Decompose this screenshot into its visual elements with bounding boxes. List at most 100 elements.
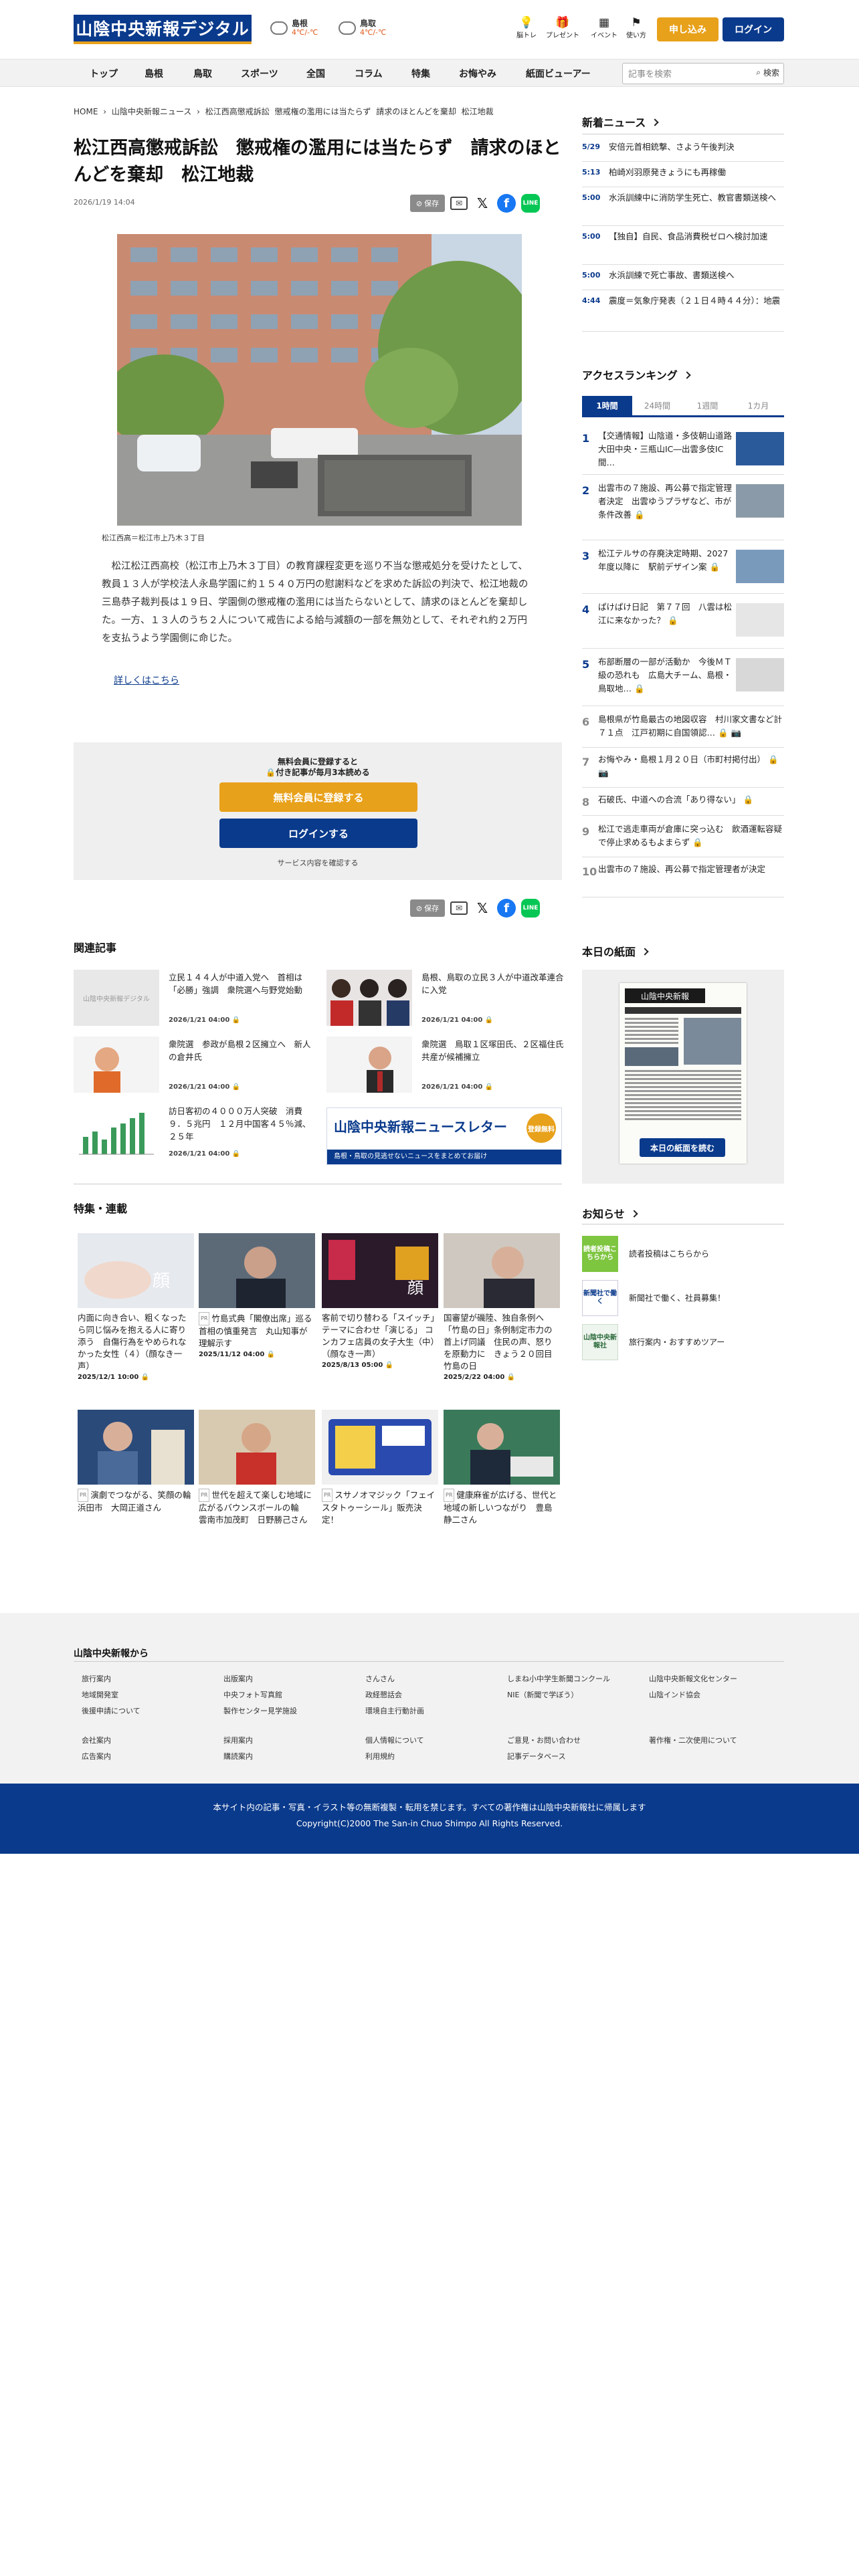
today-paper-box[interactable]: 山陰中央新報 本日の紙面を読む bbox=[582, 970, 784, 1184]
footer-link[interactable]: しまね小中学生新聞コンクール bbox=[507, 1673, 610, 1684]
related-item[interactable]: 訪日客初の４０００万人突破 消費９．５兆円 １２月中国客４５％減、２５年 202… bbox=[74, 1103, 314, 1165]
service-info-link[interactable]: サービス内容を確認する bbox=[74, 857, 562, 868]
ranking-item[interactable]: 10 出雲市の７施設、再公募で指定管理者が決定 bbox=[582, 863, 784, 897]
footer-link[interactable]: 個人情報について bbox=[365, 1735, 424, 1745]
notice-item[interactable]: 山陰中央新報社 旅行案内・おすすめツアー bbox=[582, 1324, 784, 1363]
footer-link[interactable]: NIE（新聞で学ぼう） bbox=[507, 1689, 578, 1700]
related-item[interactable]: 山陰中央新報デジタル 立民１４４人が中道入党へ 首相は「必勝」強調 衆院選へ与野… bbox=[74, 970, 314, 1031]
ranking-item[interactable]: 1 【交通情報】山陰道・多伎朝山道路 大田中央・三瓶山IC―出雲多伎IC間… bbox=[582, 429, 784, 475]
tab-1hour[interactable]: 1時間 bbox=[582, 396, 632, 415]
nav-item-shimane[interactable]: 島根 bbox=[145, 60, 163, 88]
newsletter-banner[interactable]: 山陰中央新報ニュースレター 登録無料 島根・鳥取の見逃せないニュースをまとめてお… bbox=[326, 1107, 562, 1165]
footer-link[interactable]: 会社案内 bbox=[82, 1735, 111, 1745]
signup-button[interactable]: 申し込み bbox=[657, 17, 719, 41]
site-logo[interactable]: 山陰中央新報デジタル bbox=[74, 15, 252, 44]
ranking-heading[interactable]: アクセスランキング bbox=[582, 366, 691, 383]
footer-link[interactable]: 利用規約 bbox=[365, 1751, 395, 1761]
related-item[interactable]: 島根、鳥取の立民３人が中道改革連合に入党 2026/1/21 04:00 🔒 bbox=[326, 970, 567, 1031]
line-share-icon[interactable]: LINE bbox=[521, 194, 540, 213]
mail-share-icon[interactable]: ✉ bbox=[450, 901, 468, 915]
read-paper-button[interactable]: 本日の紙面を読む bbox=[640, 1138, 725, 1157]
x-share-icon[interactable]: 𝕏 bbox=[473, 194, 492, 213]
footer-link[interactable]: 地域開発室 bbox=[82, 1689, 118, 1700]
ranking-item[interactable]: 4 ぱけぱけ日記 第７７回 八雲は松江に来なかった？ 🔒 bbox=[582, 601, 784, 649]
footer-link[interactable]: 著作権・二次使用について bbox=[649, 1735, 737, 1745]
nav-item-obituary[interactable]: お悔やみ bbox=[459, 60, 496, 88]
search-button[interactable]: ⌕ 検索 bbox=[756, 67, 779, 78]
footer-link[interactable]: ご意見・お問い合わせ bbox=[507, 1735, 581, 1745]
paper-heading[interactable]: 本日の紙面 bbox=[582, 943, 649, 959]
feature-card[interactable]: PR 竹島式典「閣僚出席」巡る首相の慎重発言 丸山知事が理解示す 2025/11/… bbox=[199, 1233, 315, 1358]
feature-card[interactable]: PR 演劇でつながる、笑顔の輪 浜田市 大岡正道さん bbox=[78, 1410, 199, 1514]
save-button[interactable]: ⊘ 保存 bbox=[410, 899, 445, 917]
feature-card[interactable]: 顔 内面に向き合い、粗くなったら同じ悩みを抱える人に寄り添う 自傷行為をやめられ… bbox=[78, 1233, 194, 1381]
feature-card[interactable]: 顔 客前で切り替わる「スイッチ」テーマに合わせ「演じる」 コンカフェ店員の女子大… bbox=[322, 1233, 438, 1369]
related-item[interactable]: 衆院選 鳥取１区塚田氏、２区福住氏 共産が候補擁立 2026/1/21 04:0… bbox=[326, 1037, 572, 1098]
footer-link[interactable]: 採用案内 bbox=[223, 1735, 253, 1745]
event-link[interactable]: ▦ イベント bbox=[586, 16, 622, 39]
present-link[interactable]: 🎁 プレゼント bbox=[545, 16, 581, 39]
nav-item-feature[interactable]: 特集 bbox=[411, 60, 430, 88]
brain-training-link[interactable]: 💡 脳トレ bbox=[508, 16, 545, 39]
footer-link[interactable]: 広告案内 bbox=[82, 1751, 111, 1761]
latest-heading[interactable]: 新着ニュース bbox=[582, 114, 659, 130]
ranking-item[interactable]: 8 石破氏、中道への合流「あり得ない」 🔒 bbox=[582, 793, 784, 816]
footer-link[interactable]: 山陰インド協会 bbox=[649, 1689, 700, 1700]
save-button[interactable]: ⊘ 保存 bbox=[410, 195, 445, 212]
latest-item[interactable]: 4:44 震度＝気象庁発表（２１日４時４４分）：地震 bbox=[582, 294, 784, 332]
footer-link[interactable]: 中央フォト写真館 bbox=[223, 1689, 282, 1700]
notice-item[interactable]: 読者投稿こちらから 読者投稿はこちらから bbox=[582, 1236, 784, 1275]
footer-link[interactable]: 後援申請について bbox=[82, 1705, 140, 1716]
tab-24hours[interactable]: 24時間 bbox=[632, 396, 682, 415]
tab-1week[interactable]: 1週間 bbox=[682, 396, 733, 415]
mail-share-icon[interactable]: ✉ bbox=[450, 197, 468, 210]
footer-link[interactable]: 製作センター見学施設 bbox=[223, 1705, 297, 1716]
notice-item[interactable]: 新聞社で働く 新聞社で働く、社員募集！ bbox=[582, 1280, 784, 1319]
footer-link[interactable]: 出版案内 bbox=[223, 1673, 253, 1684]
facebook-share-icon[interactable]: f bbox=[497, 899, 516, 918]
line-share-icon[interactable]: LINE bbox=[521, 899, 540, 918]
paywall-login-button[interactable]: ログインする bbox=[219, 819, 417, 848]
footer-link[interactable]: 旅行案内 bbox=[82, 1673, 111, 1684]
tab-1month[interactable]: 1カ月 bbox=[733, 396, 783, 415]
ranking-item[interactable]: 5 布部断層の一部が活動か 今後ＭＴ級の恐れも 広島大チーム、島根・鳥取地… 🔒 bbox=[582, 655, 784, 706]
guide-link[interactable]: ⚑ 使い方 bbox=[618, 16, 654, 39]
ranking-item[interactable]: 3 松江テルサの存廃決定時期、2027年度以降に 駅前デザイン案 🔒 bbox=[582, 547, 784, 594]
footer-link[interactable]: 山陰中央新報文化センター bbox=[649, 1673, 737, 1684]
search-input[interactable] bbox=[628, 68, 735, 81]
header-login-button[interactable]: ログイン bbox=[723, 17, 784, 41]
latest-item[interactable]: 5:00 水浜訓練で死亡事故、書類送検へ bbox=[582, 269, 784, 290]
ranking-item[interactable]: 6 島根県が竹島最古の地図収容 村川家文書など計７１点 江戸初期に自国領認… 🔒 … bbox=[582, 713, 784, 748]
breadcrumb-news[interactable]: 山陰中央新報ニュース bbox=[112, 107, 191, 116]
read-more-link[interactable]: 詳しくはこちら bbox=[114, 673, 179, 687]
ranking-item[interactable]: 9 松江で逃走車両が倉庫に突っ込む 飲酒運転容疑で停止求めるもよまらず 🔒 bbox=[582, 823, 784, 857]
related-item[interactable]: 衆院選 参政が島根２区擁立へ 新人の倉井氏 2026/1/21 04:00 🔒 bbox=[74, 1037, 314, 1098]
weather-tottori[interactable]: 鳥取 4℃/-℃ bbox=[339, 19, 386, 37]
breadcrumb-home[interactable]: HOME bbox=[74, 107, 98, 116]
nav-item-tottori[interactable]: 鳥取 bbox=[193, 60, 212, 88]
footer-link[interactable]: 環境自主行動計画 bbox=[365, 1705, 424, 1716]
nav-item-sports[interactable]: スポーツ bbox=[241, 60, 278, 88]
nav-item-column[interactable]: コラム bbox=[355, 60, 383, 88]
feature-card[interactable]: PR 世代を超えて楽しむ地域に広がるバウンスボールの輪 雲南市加茂町 日野勝己さん bbox=[199, 1410, 315, 1526]
footer-link[interactable]: 記事データベース bbox=[507, 1751, 565, 1761]
footer-link[interactable]: さんさん bbox=[365, 1673, 395, 1684]
feature-card[interactable]: PR 健康麻雀が広げる、世代と地域の新しいつながり 豊島静二さん bbox=[444, 1410, 560, 1526]
ranking-item[interactable]: 7 お悔やみ・島根１月２０日（市町村掲付出） 🔒 📷 bbox=[582, 753, 784, 788]
nav-item-top[interactable]: トップ bbox=[90, 60, 118, 88]
register-free-button[interactable]: 無料会員に登録する bbox=[219, 782, 417, 812]
latest-item[interactable]: 5:00 水浜訓練中に消防学生死亡、教官書類送検へ bbox=[582, 191, 784, 226]
weather-shimane[interactable]: 島根 4℃/-℃ bbox=[270, 19, 318, 37]
feature-card[interactable]: 国審望が磯陸、独自条例へ「竹島の日」条例制定市力の首上げ同議 住民の声、怒りを原… bbox=[444, 1233, 560, 1381]
latest-item[interactable]: 5/29 安倍元首相銃撃、さよう午後判決 bbox=[582, 140, 784, 162]
latest-item[interactable]: 5:13 柏崎刈羽原発きょうにも再稼働 bbox=[582, 166, 784, 187]
footer-link[interactable]: 政経懇話会 bbox=[365, 1689, 402, 1700]
nav-item-paper-viewer[interactable]: 紙面ビューアー bbox=[526, 60, 591, 88]
latest-item[interactable]: 5:00 【独自】自民、食品消費税ゼロへ検討加速 bbox=[582, 230, 784, 265]
feature-card[interactable]: PR スサノオマジック「フェイスタトゥーシール」販売決定！ bbox=[322, 1410, 438, 1526]
nav-item-national[interactable]: 全国 bbox=[306, 60, 325, 88]
ranking-item[interactable]: 2 出雲市の７施設、再公募で指定管理者決定 出雲ゆうプラザなど、市が条件改善 🔒 bbox=[582, 481, 784, 540]
footer-link[interactable]: 購読案内 bbox=[223, 1751, 253, 1761]
notices-heading[interactable]: お知らせ bbox=[582, 1205, 638, 1221]
facebook-share-icon[interactable]: f bbox=[497, 194, 516, 213]
